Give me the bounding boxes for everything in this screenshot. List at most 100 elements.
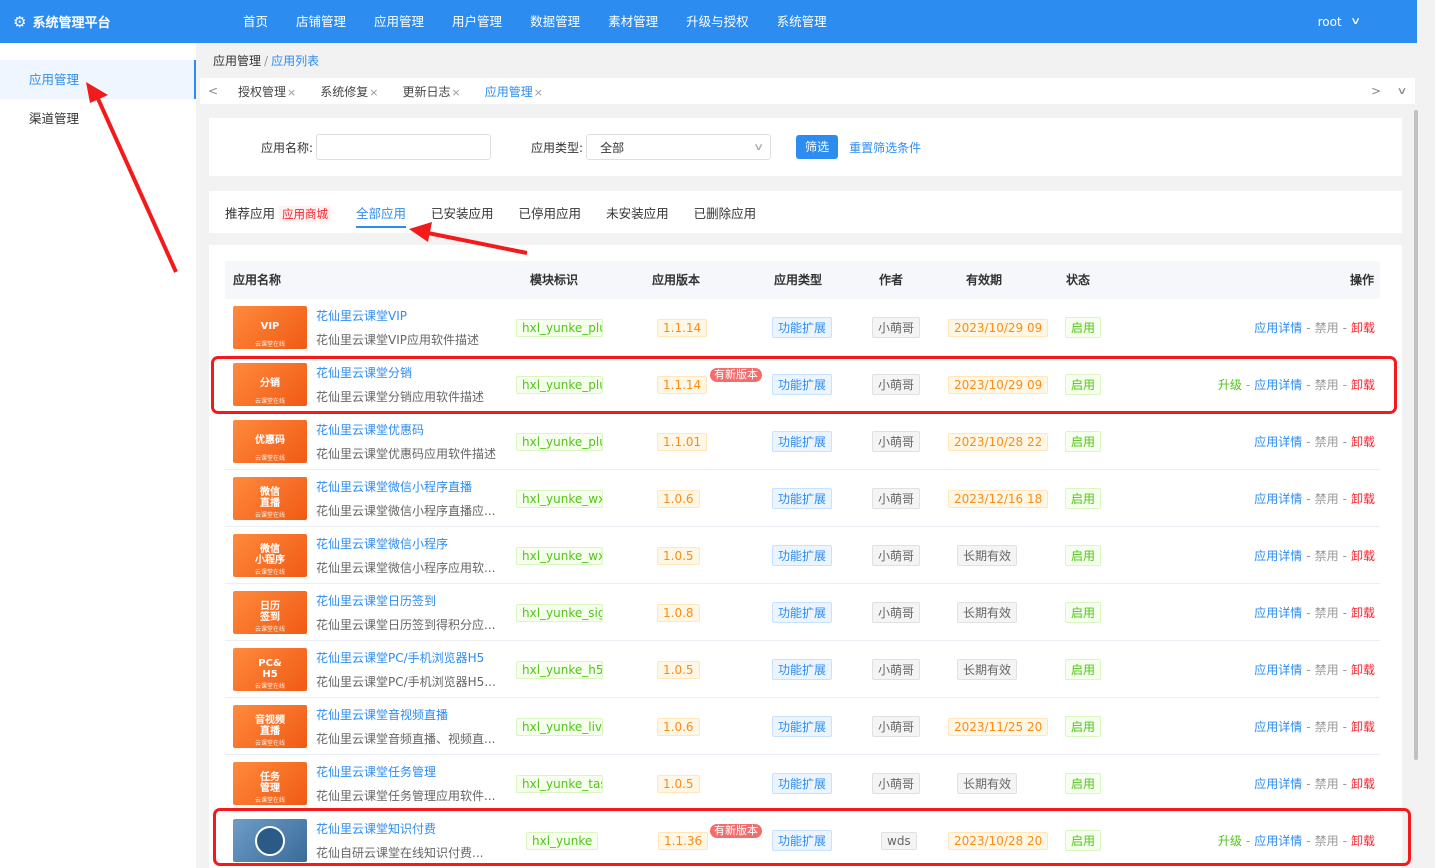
app-title-link[interactable]: 花仙里云课堂日历签到 xyxy=(316,592,498,609)
nav-upgrade[interactable]: 升级与授权 xyxy=(672,0,763,43)
version-cell: 1.0.6 xyxy=(657,698,700,755)
tab-uninstalled-apps[interactable]: 未安装应用 xyxy=(606,203,669,222)
chevron-down-icon: ∨ xyxy=(752,141,764,153)
app-type-tag: 功能扩展 xyxy=(772,659,833,680)
version-tag: 1.0.5 xyxy=(657,546,700,565)
close-icon[interactable]: × xyxy=(451,86,460,99)
app-description: 花仙里云课堂日历签到得积分应... xyxy=(316,618,496,632)
uninstall-link[interactable]: 卸载 xyxy=(1351,718,1375,735)
app-detail-link[interactable]: 应用详情 xyxy=(1254,775,1302,792)
app-thumbnail: 微信 小程序 云课堂在线 xyxy=(233,534,307,577)
nav-system[interactable]: 系统管理 xyxy=(763,0,841,43)
app-title-link[interactable]: 花仙里云课堂微信小程序直播 xyxy=(316,478,498,495)
uninstall-link[interactable]: 卸载 xyxy=(1351,604,1375,621)
author-cell: 小萌哥 xyxy=(872,755,921,812)
app-detail-link[interactable]: 应用详情 xyxy=(1254,661,1302,678)
app-detail-link[interactable]: 应用详情 xyxy=(1254,604,1302,621)
disable-link[interactable]: 禁用 xyxy=(1315,604,1339,621)
op-separator: - xyxy=(1306,491,1311,506)
version-tag: 1.0.6 xyxy=(657,717,700,736)
sidebar: 应用管理 渠道管理 xyxy=(0,43,196,868)
filter-button[interactable]: 筛选 xyxy=(796,135,839,159)
nav-users[interactable]: 用户管理 xyxy=(438,0,516,43)
tab-system-repair[interactable]: 系统修复× xyxy=(308,83,390,100)
tab-recommended[interactable]: 推荐应用 应用商城 xyxy=(225,203,334,222)
nav-data[interactable]: 数据管理 xyxy=(516,0,594,43)
breadcrumb-parent[interactable]: 应用管理 xyxy=(213,54,261,68)
disable-link[interactable]: 禁用 xyxy=(1315,775,1339,792)
tab-deleted-apps[interactable]: 已删除应用 xyxy=(694,203,757,222)
disable-link[interactable]: 禁用 xyxy=(1315,433,1339,450)
disable-link[interactable]: 禁用 xyxy=(1315,490,1339,507)
author-tag: 小萌哥 xyxy=(872,431,921,452)
tab-changelog[interactable]: 更新日志× xyxy=(390,83,472,100)
tab-disabled-apps[interactable]: 已停用应用 xyxy=(519,203,582,222)
author-cell: 小萌哥 xyxy=(872,584,921,641)
thumb-caption: 云课堂在线 xyxy=(254,454,285,462)
uninstall-link[interactable]: 卸载 xyxy=(1351,433,1375,450)
disable-link[interactable]: 禁用 xyxy=(1315,718,1339,735)
app-title-link[interactable]: 花仙里云课堂VIP xyxy=(316,307,498,324)
uninstall-link[interactable]: 卸载 xyxy=(1351,547,1375,564)
app-detail-link[interactable]: 应用详情 xyxy=(1254,433,1302,450)
close-icon[interactable]: × xyxy=(287,86,296,99)
op-separator: - xyxy=(1342,719,1347,734)
app-title-link[interactable]: 花仙里云课堂PC/手机浏览器H5 xyxy=(316,649,498,666)
nav-home[interactable]: 首页 xyxy=(229,0,282,43)
tab-auth-management[interactable]: 授权管理× xyxy=(226,83,308,100)
tab-app-management[interactable]: 应用管理× xyxy=(473,83,555,100)
sidebar-item-channel-management[interactable]: 渠道管理 xyxy=(0,99,196,138)
app-title-link[interactable]: 花仙里云课堂优惠码 xyxy=(316,421,498,438)
module-id-tag: hxl_yunke_task xyxy=(516,774,603,793)
status-tag: 启用 xyxy=(1065,488,1102,509)
sidebar-item-app-management[interactable]: 应用管理 xyxy=(0,60,196,99)
author-tag: 小萌哥 xyxy=(872,716,921,737)
uninstall-link[interactable]: 卸载 xyxy=(1351,319,1375,336)
disable-link[interactable]: 禁用 xyxy=(1315,319,1339,336)
app-detail-link[interactable]: 应用详情 xyxy=(1254,547,1302,564)
uninstall-link[interactable]: 卸载 xyxy=(1351,490,1375,507)
status-tag: 启用 xyxy=(1065,716,1102,737)
disable-link[interactable]: 禁用 xyxy=(1315,547,1339,564)
tabs-menu-chevron-icon[interactable]: ∨ xyxy=(1383,86,1422,97)
app-name-cell: 微信 小程序 云课堂在线 花仙里云课堂微信小程序 花仙里云课堂微信小程序应用软... xyxy=(233,527,498,584)
status-tag: 启用 xyxy=(1065,317,1102,338)
module-id-cell: hxl_yunke_h5 xyxy=(516,641,603,698)
version-tag: 1.0.8 xyxy=(657,603,700,622)
nav-materials[interactable]: 素材管理 xyxy=(594,0,672,43)
user-menu[interactable]: root ∨ xyxy=(1317,0,1361,43)
app-name-block: 花仙里云课堂日历签到 花仙里云课堂日历签到得积分应... xyxy=(316,592,498,633)
uninstall-link[interactable]: 卸载 xyxy=(1351,661,1375,678)
app-detail-link[interactable]: 应用详情 xyxy=(1254,718,1302,735)
uninstall-link[interactable]: 卸载 xyxy=(1351,775,1375,792)
app-detail-link[interactable]: 应用详情 xyxy=(1254,319,1302,336)
app-thumbnail: 任务 管理 云课堂在线 xyxy=(233,762,307,805)
app-detail-link[interactable]: 应用详情 xyxy=(1254,490,1302,507)
op-separator: - xyxy=(1306,548,1311,563)
nav-apps[interactable]: 应用管理 xyxy=(360,0,438,43)
page-scrollbar[interactable] xyxy=(1414,110,1418,760)
app-type-select[interactable]: 全部 ∨ xyxy=(586,134,772,160)
app-type-cell: 功能扩展 xyxy=(772,470,833,527)
app-name-input[interactable] xyxy=(316,134,492,160)
reset-filter-link[interactable]: 重置筛选条件 xyxy=(849,139,921,156)
username: root xyxy=(1317,14,1342,29)
app-title-link[interactable]: 花仙里云课堂微信小程序 xyxy=(316,535,498,552)
app-store-badge[interactable]: 应用商城 xyxy=(279,205,332,222)
app-title-link[interactable]: 花仙里云课堂任务管理 xyxy=(316,763,498,780)
table-row: 任务 管理 云课堂在线 花仙里云课堂任务管理 花仙里云课堂任务管理应用软件... hxl_… xyxy=(225,755,1380,812)
module-id-cell: hxl_yunke_live xyxy=(516,698,603,755)
app-title-link[interactable]: 花仙里云课堂音视频直播 xyxy=(316,706,498,723)
disable-link[interactable]: 禁用 xyxy=(1315,661,1339,678)
thumb-caption: 云课堂在线 xyxy=(254,340,285,348)
app-type-cell: 功能扩展 xyxy=(772,413,833,470)
tab-all-apps[interactable]: 全部应用 xyxy=(356,203,407,228)
nav-shops[interactable]: 店铺管理 xyxy=(282,0,360,43)
brand[interactable]: ⚙ 系统管理平台 xyxy=(0,12,229,32)
actions-cell: 应用详情 - 禁用 - 卸载 xyxy=(1254,299,1375,356)
close-icon[interactable]: × xyxy=(369,86,378,99)
tab-installed-apps[interactable]: 已安装应用 xyxy=(431,203,494,222)
tabs-scroll-left-icon[interactable]: < xyxy=(200,84,226,98)
close-icon[interactable]: × xyxy=(534,86,543,99)
actions-cell: 应用详情 - 禁用 - 卸载 xyxy=(1254,641,1375,698)
